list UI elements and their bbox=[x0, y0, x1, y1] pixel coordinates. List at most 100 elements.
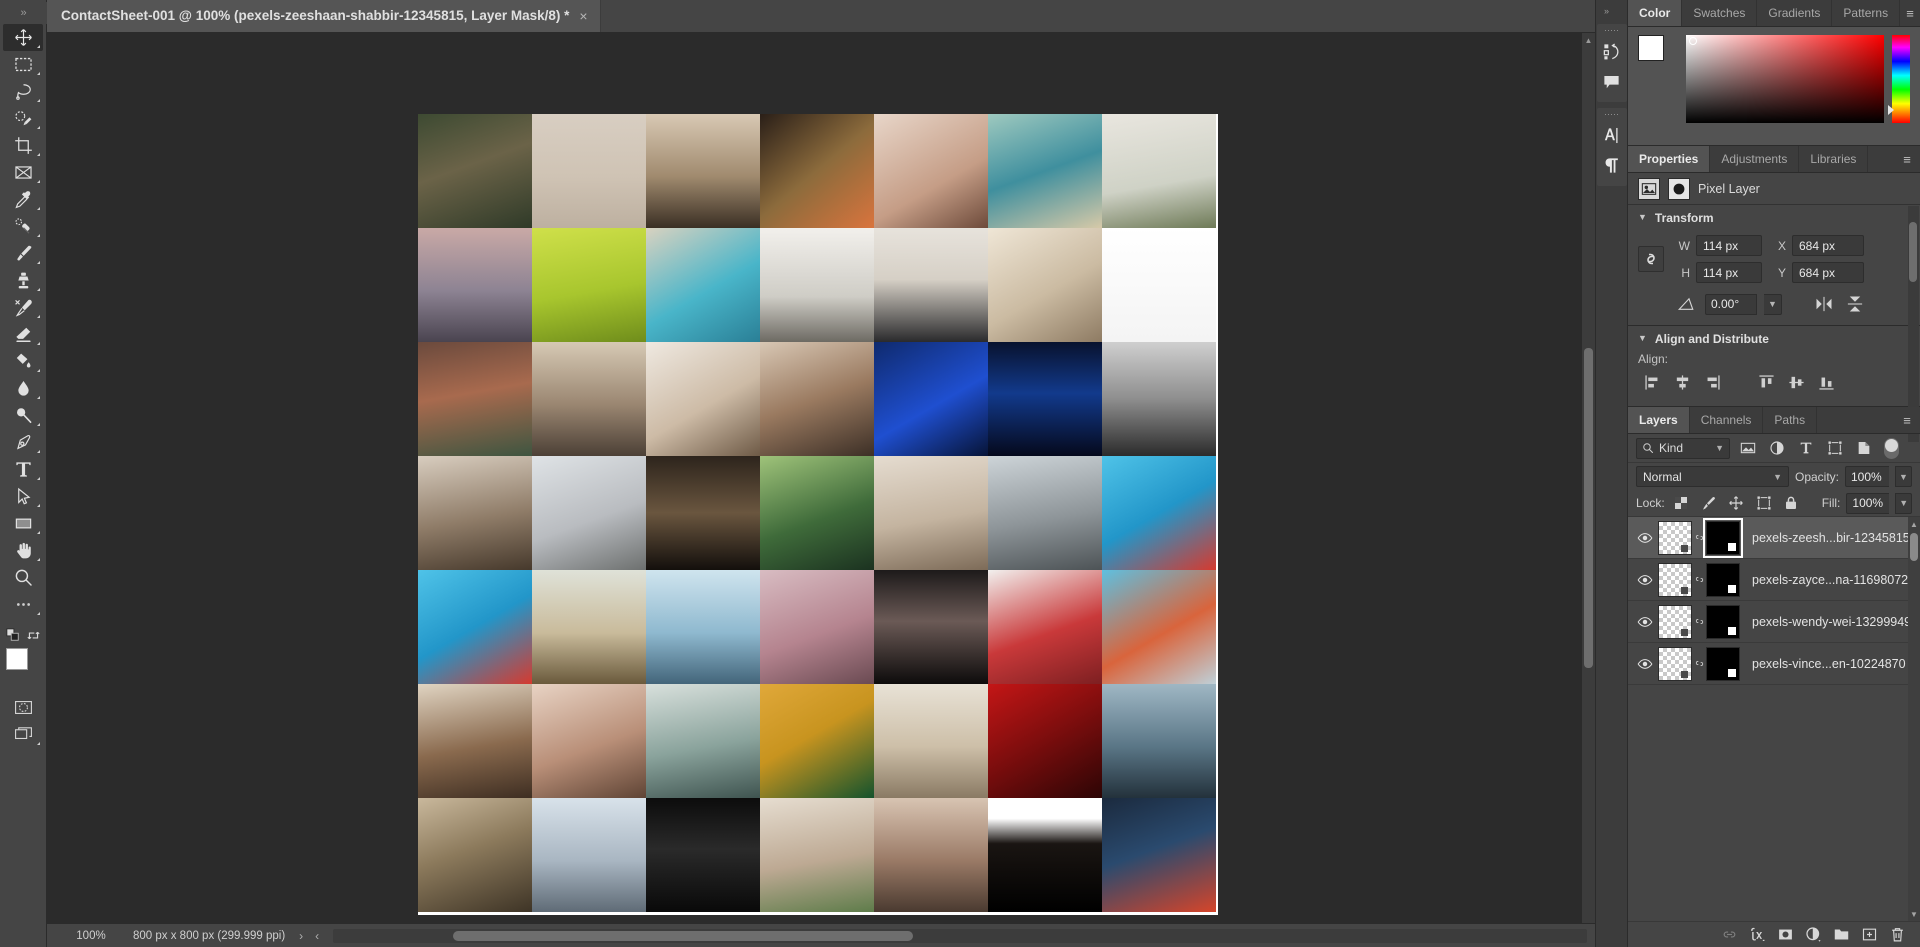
layer-row[interactable]: pexels-wendy-wei-13299949 bbox=[1628, 601, 1920, 643]
layer-name[interactable]: pexels-vince...en-10224870 bbox=[1740, 657, 1906, 671]
contact-sheet-cell[interactable] bbox=[532, 342, 646, 456]
contact-sheet-cell[interactable] bbox=[988, 798, 1102, 912]
contact-sheet-cell[interactable] bbox=[646, 342, 760, 456]
align-horizontal-centers-button[interactable] bbox=[1668, 370, 1696, 394]
chevron-down-icon[interactable]: ▼ bbox=[1638, 212, 1647, 222]
contact-sheet-cell[interactable] bbox=[646, 798, 760, 912]
contact-sheet-cell[interactable] bbox=[760, 798, 874, 912]
chevron-down-icon[interactable]: ▼ bbox=[1638, 333, 1647, 343]
filter-smart-object-icon[interactable] bbox=[1853, 437, 1875, 459]
contact-sheet-cell[interactable] bbox=[1102, 114, 1216, 228]
lock-artboard-nesting-icon[interactable] bbox=[1753, 492, 1774, 514]
history-brush-tool[interactable] bbox=[3, 294, 43, 321]
eraser-tool[interactable] bbox=[3, 321, 43, 348]
new-adjustment-layer-button[interactable] bbox=[1800, 923, 1826, 947]
chevron-down-icon[interactable]: ▼ bbox=[1715, 443, 1724, 453]
contact-sheet-cell[interactable] bbox=[1102, 570, 1216, 684]
tab-adjustments[interactable]: Adjustments bbox=[1710, 146, 1799, 172]
paragraph-icon[interactable] bbox=[1598, 150, 1626, 180]
contact-sheet-cell[interactable] bbox=[760, 114, 874, 228]
default-colors-icon[interactable] bbox=[5, 628, 21, 642]
contact-sheet-cell[interactable] bbox=[418, 684, 532, 798]
contact-sheet-cell[interactable] bbox=[532, 228, 646, 342]
lock-transparent-pixels-icon[interactable] bbox=[1671, 492, 1692, 514]
add-layer-mask-button[interactable] bbox=[1772, 923, 1798, 947]
layer-row[interactable]: pexels-vince...en-10224870 bbox=[1628, 643, 1920, 685]
contact-sheet-cell[interactable] bbox=[760, 456, 874, 570]
properties-panel-menu-icon[interactable]: ≡ bbox=[1894, 146, 1920, 172]
quick-mask-mode-button[interactable] bbox=[3, 694, 43, 721]
layer-name[interactable]: pexels-zeesh...bir-12345815 bbox=[1740, 531, 1910, 545]
width-input[interactable]: 114 px bbox=[1696, 235, 1762, 256]
toolbar-drag-handle[interactable]: » bbox=[0, 2, 47, 24]
contact-sheet-cell[interactable] bbox=[1102, 228, 1216, 342]
layer-list[interactable]: pexels-zeesh...bir-12345815pexels-zayce.… bbox=[1628, 517, 1920, 921]
contact-sheet-cell[interactable] bbox=[646, 684, 760, 798]
canvas-horizontal-scrollbar[interactable] bbox=[333, 929, 1587, 943]
dock-grip[interactable] bbox=[1605, 112, 1619, 117]
brush-tool[interactable] bbox=[3, 240, 43, 267]
dodge-tool[interactable] bbox=[3, 402, 43, 429]
contact-sheet-cell[interactable] bbox=[988, 342, 1102, 456]
layer-thumbnail[interactable] bbox=[1658, 647, 1692, 681]
contact-sheet-cell[interactable] bbox=[1102, 456, 1216, 570]
history-icon[interactable] bbox=[1598, 36, 1626, 66]
tab-properties[interactable]: Properties bbox=[1628, 146, 1710, 172]
swap-colors-icon[interactable] bbox=[25, 628, 41, 642]
opacity-input[interactable]: 100% bbox=[1845, 466, 1889, 487]
fill-dropdown-icon[interactable]: ▼ bbox=[1895, 493, 1912, 514]
contact-sheet-cell[interactable] bbox=[874, 798, 988, 912]
tab-swatches[interactable]: Swatches bbox=[1682, 0, 1757, 26]
align-top-edges-button[interactable] bbox=[1752, 370, 1780, 394]
layer-visibility-icon[interactable] bbox=[1632, 559, 1658, 601]
lock-position-icon[interactable] bbox=[1726, 492, 1747, 514]
flip-horizontal-button[interactable] bbox=[1812, 293, 1836, 315]
layers-scrollbar[interactable]: ▲ ▼ bbox=[1908, 517, 1920, 921]
layers-scroll-thumb[interactable] bbox=[1910, 533, 1918, 561]
contact-sheet-cell[interactable] bbox=[532, 114, 646, 228]
angle-input[interactable]: 0.00° bbox=[1705, 294, 1757, 315]
contact-sheet-cell[interactable] bbox=[874, 342, 988, 456]
eyedropper-tool[interactable] bbox=[3, 186, 43, 213]
close-icon[interactable]: × bbox=[579, 8, 587, 24]
align-vertical-centers-button[interactable] bbox=[1782, 370, 1810, 394]
color-panel-menu-icon[interactable]: ≡ bbox=[1900, 0, 1920, 26]
contact-sheet-cell[interactable] bbox=[418, 798, 532, 912]
contact-sheet-cell[interactable] bbox=[988, 570, 1102, 684]
filter-toggle-switch[interactable] bbox=[1884, 438, 1899, 459]
new-layer-button[interactable] bbox=[1856, 923, 1882, 947]
filter-shape-icon[interactable] bbox=[1824, 437, 1846, 459]
foreground-color-swatch[interactable] bbox=[6, 648, 28, 670]
canvas-viewport[interactable] bbox=[47, 33, 1581, 923]
angle-dropdown-icon[interactable]: ▼ bbox=[1764, 294, 1782, 315]
contact-sheet-cell[interactable] bbox=[760, 684, 874, 798]
clone-stamp-tool[interactable] bbox=[3, 267, 43, 294]
contact-sheet-cell[interactable] bbox=[418, 228, 532, 342]
color-swatches[interactable] bbox=[3, 646, 43, 688]
hand-tool[interactable] bbox=[3, 537, 43, 564]
comments-icon[interactable] bbox=[1598, 66, 1626, 96]
contact-sheet-cell[interactable] bbox=[532, 798, 646, 912]
layer-thumbnail[interactable] bbox=[1658, 563, 1692, 597]
canvas-vertical-scrollbar[interactable]: ▲ bbox=[1581, 33, 1595, 923]
mask-link-icon[interactable] bbox=[1692, 657, 1706, 670]
contact-sheet-cell[interactable] bbox=[760, 342, 874, 456]
layer-thumbnail[interactable] bbox=[1658, 605, 1692, 639]
lasso-tool[interactable] bbox=[3, 78, 43, 105]
contact-sheet-cell[interactable] bbox=[532, 456, 646, 570]
contact-sheet-cell[interactable] bbox=[1102, 684, 1216, 798]
contact-sheet-cell[interactable] bbox=[874, 570, 988, 684]
pen-tool[interactable] bbox=[3, 429, 43, 456]
filter-kind-select[interactable]: Kind ▼ bbox=[1636, 438, 1730, 459]
screen-mode-button[interactable] bbox=[3, 721, 43, 748]
document-tab[interactable]: ContactSheet-001 @ 100% (pexels-zeeshaan… bbox=[47, 0, 601, 32]
tab-color[interactable]: Color bbox=[1628, 0, 1682, 26]
edit-toolbar-ellipsis-button[interactable] bbox=[3, 591, 43, 618]
scroll-up-icon[interactable]: ▲ bbox=[1582, 33, 1595, 47]
contact-sheet-cell[interactable] bbox=[532, 684, 646, 798]
contact-sheet-canvas[interactable] bbox=[418, 114, 1218, 915]
tab-paths[interactable]: Paths bbox=[1763, 407, 1817, 433]
lock-image-pixels-icon[interactable] bbox=[1698, 492, 1719, 514]
mask-link-icon[interactable] bbox=[1692, 573, 1706, 586]
lock-all-icon[interactable] bbox=[1780, 492, 1801, 514]
